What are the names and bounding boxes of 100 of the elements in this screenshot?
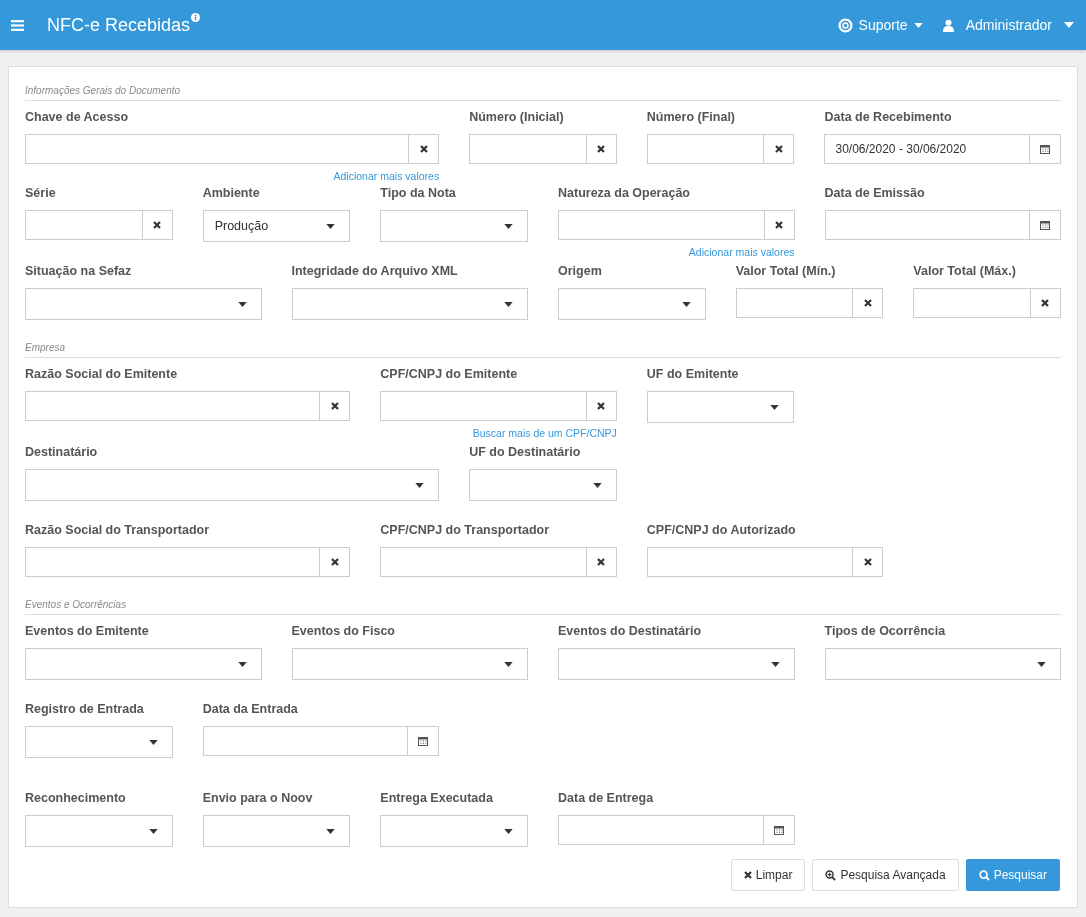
select-dropdown[interactable] (824, 648, 1061, 680)
select-dropdown[interactable] (380, 210, 528, 242)
calendar-icon (773, 825, 784, 835)
field-label: Data de Recebimento (824, 110, 953, 126)
clear-button[interactable] (586, 547, 617, 577)
field-label: Integridade do Arquivo XML (291, 264, 459, 280)
close-icon (775, 145, 783, 153)
caret-icon (326, 223, 336, 229)
select-dropdown[interactable] (558, 648, 795, 680)
caret-icon (148, 828, 158, 834)
caret-icon (504, 661, 513, 667)
input-field[interactable] (646, 134, 765, 164)
close-icon (597, 558, 606, 566)
field-label: Envio para o Noov (202, 791, 314, 807)
clear-button[interactable] (764, 210, 795, 240)
field-label: Data da Entrada (202, 702, 299, 718)
clear-button[interactable] (586, 391, 617, 421)
input-field[interactable] (380, 547, 587, 577)
close-icon (1041, 299, 1050, 307)
calendar-icon (1040, 144, 1050, 154)
menu-icon[interactable] (11, 19, 24, 31)
field-label: Número (Final) (646, 110, 737, 126)
close-icon (863, 299, 872, 307)
input-field[interactable] (25, 391, 321, 421)
field-label: Número (Inicial) (469, 110, 565, 126)
clear-button[interactable] (320, 547, 351, 577)
support-menu[interactable]: Suporte (837, 17, 923, 33)
field-label: Valor Total (Mín.) (735, 264, 837, 280)
calendar-button[interactable] (1030, 210, 1061, 240)
select-dropdown[interactable] (469, 469, 617, 501)
input-field[interactable] (380, 391, 587, 421)
select-dropdown[interactable]: Produção (202, 210, 351, 242)
field-label: Entrega Executada (380, 791, 494, 807)
date-field[interactable] (824, 210, 1030, 240)
field-label: Série (25, 186, 57, 202)
calendar-button[interactable] (1030, 134, 1061, 164)
select-dropdown[interactable] (25, 726, 173, 758)
close-icon (419, 145, 428, 153)
advanced-search-button[interactable]: Pesquisa Avançada (812, 859, 959, 891)
date-field[interactable]: 30/06/2020 - 30/06/2020 (824, 134, 1030, 164)
field-label: Valor Total (Máx.) (913, 264, 1017, 280)
select-dropdown[interactable] (25, 469, 440, 501)
field-label: CPF/CNPJ do Transportador (380, 523, 551, 539)
caret-icon (504, 301, 513, 307)
caret-icon (326, 828, 336, 834)
select-dropdown[interactable] (25, 288, 262, 320)
input-field[interactable] (913, 288, 1031, 318)
add-values-link[interactable]: Buscar mais de um CPF/CNPJ (472, 427, 617, 439)
caret-icon (1037, 661, 1046, 667)
caret-icon (681, 301, 691, 307)
calendar-button[interactable] (763, 815, 795, 845)
field-label: UF do Destinatário (469, 445, 582, 461)
field-label: Reconhecimento (25, 791, 127, 807)
clear-button[interactable] (853, 288, 884, 318)
input-field[interactable] (25, 134, 410, 164)
field-label: Eventos do Emitente (25, 624, 150, 640)
field-label: Tipo da Nota (380, 186, 457, 202)
calendar-button[interactable] (408, 726, 440, 756)
date-field[interactable] (202, 726, 409, 756)
field-label: Ambiente (202, 186, 261, 202)
clear-button[interactable] (409, 134, 440, 164)
search-button[interactable]: Pesquisar (965, 859, 1060, 891)
field-label: Origem (558, 264, 603, 280)
add-values-link[interactable]: Adicionar mais valores (333, 170, 440, 182)
clear-button[interactable]: Limpar (730, 859, 806, 891)
caret-icon (1064, 22, 1074, 28)
select-dropdown[interactable] (291, 288, 528, 320)
input-field[interactable] (735, 288, 854, 318)
field-label: Chave de Acesso (25, 110, 130, 126)
clear-button[interactable] (764, 134, 795, 164)
input-field[interactable] (558, 210, 765, 240)
select-dropdown[interactable] (646, 391, 795, 423)
select-dropdown[interactable] (380, 815, 528, 847)
close-icon (743, 871, 752, 879)
close-icon (330, 402, 339, 410)
select-dropdown[interactable] (202, 815, 351, 847)
clear-button[interactable] (1031, 288, 1061, 318)
add-values-link[interactable]: Adicionar mais valores (688, 246, 795, 258)
search-icon (978, 869, 990, 881)
info-icon[interactable] (191, 13, 201, 22)
input-field[interactable] (25, 210, 143, 240)
clear-button[interactable] (586, 134, 617, 164)
field-label: Situação na Sefaz (25, 264, 133, 280)
input-field[interactable] (25, 547, 321, 577)
close-icon (775, 221, 783, 229)
select-dropdown[interactable] (291, 648, 528, 680)
input-field[interactable] (646, 547, 854, 577)
clear-button[interactable] (320, 391, 351, 421)
close-icon (597, 402, 606, 410)
clear-button[interactable] (853, 547, 884, 577)
select-dropdown[interactable] (25, 648, 262, 680)
select-dropdown[interactable] (25, 815, 173, 847)
date-field[interactable] (558, 815, 764, 845)
field-label: Natureza da Operação (558, 186, 691, 202)
input-field[interactable] (469, 134, 587, 164)
clear-button[interactable] (142, 210, 173, 240)
select-dropdown[interactable] (558, 288, 706, 320)
user-menu[interactable]: Administrador (942, 17, 1074, 33)
page-title: NFC-e Recebidas (47, 14, 191, 36)
user-icon (942, 18, 954, 32)
